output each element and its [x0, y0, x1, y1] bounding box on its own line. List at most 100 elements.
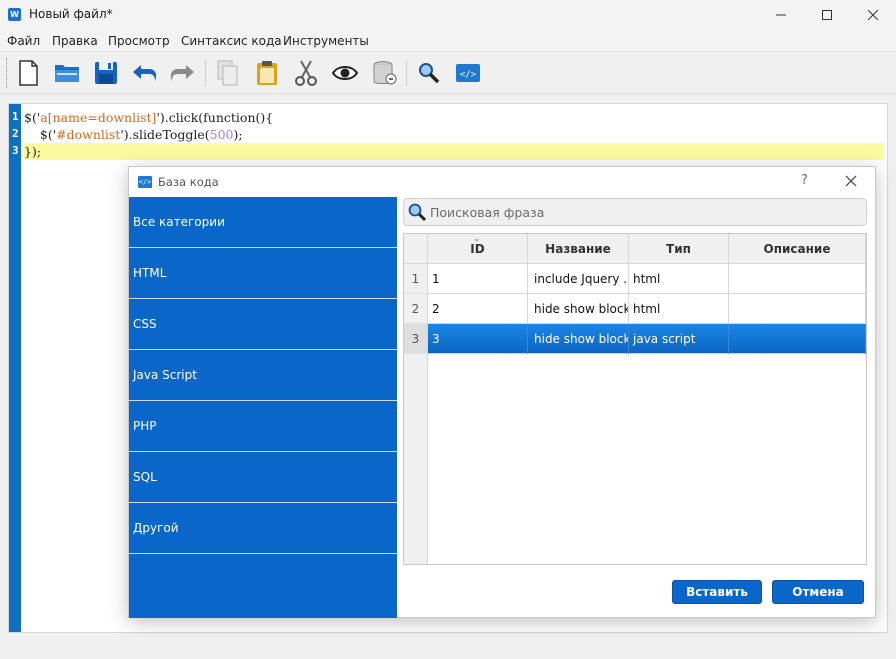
cut-icon: [295, 60, 317, 86]
cell-name: hide show block: [528, 294, 629, 324]
save-button[interactable]: [90, 57, 122, 89]
line-number-gutter: 1 2 3: [9, 104, 21, 632]
row-header[interactable]: 1: [404, 264, 428, 294]
cell-name: include Jquery ...: [528, 264, 629, 294]
database-icon: [373, 61, 397, 85]
table-row-selected[interactable]: 3 hide show block java script: [428, 324, 866, 354]
copy-icon: [217, 60, 238, 86]
column-header-name[interactable]: Название: [528, 234, 629, 264]
cancel-button[interactable]: Отмена: [772, 580, 864, 604]
cell-description: [729, 294, 866, 324]
table-row[interactable]: 2 hide show block html: [428, 294, 866, 324]
help-button[interactable]: ?: [801, 173, 808, 188]
preview-eye-icon: [331, 66, 359, 80]
category-item-other[interactable]: Другой: [129, 503, 397, 554]
table-empty-area: [428, 354, 866, 564]
paste-icon: [257, 61, 277, 85]
sort-arrow-icon: ⌄: [473, 234, 481, 243]
row-header[interactable]: 2: [404, 294, 428, 324]
column-header-id[interactable]: ⌄ ID: [428, 234, 528, 264]
search-box: [403, 198, 867, 226]
cell-description: [729, 324, 866, 354]
menu-tools[interactable]: Инструменты: [283, 34, 369, 48]
line-number: 2: [12, 127, 19, 140]
dialog-title-bar: </> База кода ?: [129, 167, 875, 197]
code-snippet-icon: </>: [456, 64, 480, 82]
cell-id: 2: [428, 294, 528, 324]
search-input[interactable]: [430, 202, 860, 222]
preview-button[interactable]: [329, 57, 361, 89]
code-base-button[interactable]: [368, 57, 400, 89]
svg-text:</>: </>: [460, 70, 477, 80]
maximize-button[interactable]: [804, 0, 850, 30]
minimize-icon: [776, 14, 786, 16]
open-button[interactable]: [51, 57, 83, 89]
code-line: $('a[name=downlist]').click(function(){: [24, 110, 274, 125]
code-base-dialog: </> База кода ? Все категории HTML CSS J…: [128, 166, 876, 618]
row-header-selected[interactable]: 3: [404, 324, 428, 354]
menu-syntax[interactable]: Синтаксис кода: [181, 34, 282, 48]
cell-type: java script: [629, 324, 729, 354]
status-bar: [0, 637, 896, 659]
paste-button[interactable]: [251, 57, 283, 89]
search-icon: [419, 63, 440, 84]
cut-button[interactable]: [290, 57, 322, 89]
table-corner[interactable]: [404, 234, 428, 264]
category-item-sql[interactable]: SQL: [129, 452, 397, 503]
category-item-javascript[interactable]: Java Script: [129, 350, 397, 401]
title-bar: W Новый файл*: [0, 0, 896, 30]
dialog-title: База кода: [158, 175, 219, 189]
cell-id: 3: [428, 324, 528, 354]
open-folder-icon: [55, 65, 79, 82]
category-list: Все категории HTML CSS Java Script PHP S…: [129, 197, 397, 618]
dialog-close-button[interactable]: [843, 173, 859, 189]
close-window-button[interactable]: [850, 0, 896, 30]
minimize-button[interactable]: [758, 0, 804, 30]
maximize-icon: [822, 10, 832, 20]
cell-name: hide show block: [528, 324, 629, 354]
menu-file[interactable]: Файл: [7, 34, 40, 48]
cell-type: html: [629, 264, 729, 294]
redo-button[interactable]: [166, 57, 198, 89]
redo-icon: [170, 65, 194, 81]
insert-button[interactable]: Вставить: [672, 580, 762, 604]
code-snippet-button[interactable]: </>: [452, 57, 484, 89]
toolbar-separator: [406, 60, 407, 86]
copy-button[interactable]: [212, 57, 244, 89]
cell-description: [729, 264, 866, 294]
code-snippet-icon: </>: [138, 176, 152, 188]
window-title: Новый файл*: [29, 7, 113, 21]
undo-icon: [133, 65, 157, 81]
toolbar-grip[interactable]: [6, 58, 8, 88]
search-icon: [408, 203, 427, 222]
category-item-all[interactable]: Все категории: [129, 197, 397, 248]
toolbar-separator: [205, 60, 206, 86]
undo-button[interactable]: [129, 57, 161, 89]
line-number: 1: [12, 110, 19, 123]
app-icon: W: [8, 8, 21, 21]
find-button[interactable]: [413, 57, 445, 89]
table-row[interactable]: 1 include Jquery ... html: [428, 264, 866, 294]
line-number: 3: [12, 144, 19, 157]
menu-edit[interactable]: Правка: [52, 34, 98, 48]
cell-type: html: [629, 294, 729, 324]
close-icon: [845, 175, 857, 187]
toolbar: </>: [0, 52, 896, 94]
cell-id: 1: [428, 264, 528, 294]
code-editor-window: W Новый файл* Файл Правка Просмотр Синта…: [0, 0, 896, 659]
column-header-type[interactable]: Тип: [629, 234, 729, 264]
new-file-icon: [19, 60, 38, 86]
code-line: $('#downlist').slideToggle(500);: [24, 127, 243, 142]
save-icon: [95, 62, 117, 84]
category-item-css[interactable]: CSS: [129, 299, 397, 350]
menu-bar: Файл Правка Просмотр Синтаксис кода Инст…: [0, 30, 896, 52]
code-line-active: });: [24, 143, 884, 160]
column-header-description[interactable]: Описание: [729, 234, 866, 264]
category-item-php[interactable]: PHP: [129, 401, 397, 452]
row-header-empty: [404, 354, 428, 564]
snippets-table: ⌄ ID Название Тип Описание 1 1 include J…: [403, 233, 867, 565]
new-file-button[interactable]: [12, 57, 44, 89]
close-icon: [868, 10, 878, 20]
category-item-html[interactable]: HTML: [129, 248, 397, 299]
menu-view[interactable]: Просмотр: [108, 34, 170, 48]
